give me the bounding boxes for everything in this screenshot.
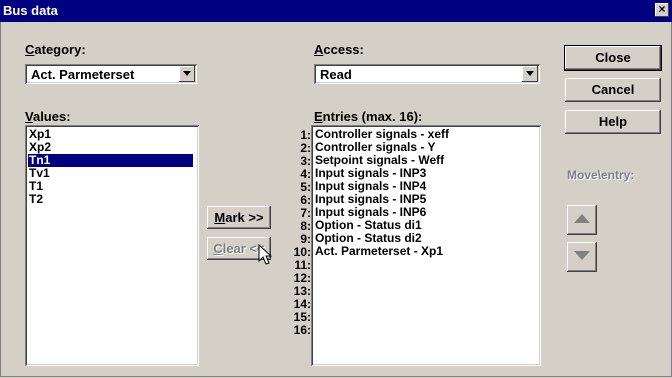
values-list-item[interactable]: Xp2: [28, 141, 193, 154]
title-bar: Bus data ×: [0, 0, 672, 22]
chevron-down-icon[interactable]: [179, 66, 195, 82]
values-list-item[interactable]: Xp1: [28, 128, 193, 141]
bus-data-dialog: Category: Act. Parmeterset Access: Read …: [0, 22, 672, 377]
values-list[interactable]: Xp1 Xp2 Tn1 Tv1 T1 T2: [25, 125, 199, 366]
access-value: Read: [320, 67, 352, 82]
access-select[interactable]: Read: [314, 64, 540, 84]
values-list-item[interactable]: Tv1: [28, 167, 193, 180]
entries-list-item[interactable]: Act. Parmeterset - Xp1: [314, 245, 443, 258]
chevron-down-icon[interactable]: [522, 66, 538, 82]
arrow-up-icon: [574, 214, 590, 223]
category-select[interactable]: Act. Parmeterset: [25, 64, 197, 84]
cancel-button[interactable]: Cancel: [565, 78, 661, 102]
entry-numbers: 1: 2: 3: 4: 5: 6: 7: 8: 9: 10: 11: 12: 13: 14: 15: 16:: [283, 129, 311, 337]
entry-number: 16:: [293, 323, 311, 337]
move-up-button[interactable]: [567, 205, 597, 235]
window-title: Bus data: [3, 3, 58, 18]
entries-list[interactable]: Controller signals - xeff Controller sign…: [311, 125, 541, 366]
arrow-down-icon: [574, 251, 590, 260]
close-button[interactable]: Close: [564, 45, 662, 71]
values-list-item[interactable]: T1: [28, 180, 193, 193]
mark-button[interactable]: Mark >>: [207, 206, 271, 229]
help-button[interactable]: Help: [565, 110, 661, 134]
access-label: Access:: [314, 42, 364, 57]
category-value: Act. Parmeterset: [31, 67, 135, 82]
close-icon[interactable]: ×: [655, 3, 669, 17]
move-down-button[interactable]: [567, 242, 597, 272]
values-list-item[interactable]: T2: [28, 193, 193, 206]
move-entry-label: Move\entry:: [567, 168, 635, 182]
entries-label: Entries (max. 16):: [314, 109, 423, 124]
mouse-pointer-icon: [258, 244, 272, 265]
values-list-item[interactable]: Tn1: [28, 154, 193, 167]
values-label: Values:: [25, 109, 71, 124]
category-label: Category:: [25, 42, 86, 57]
